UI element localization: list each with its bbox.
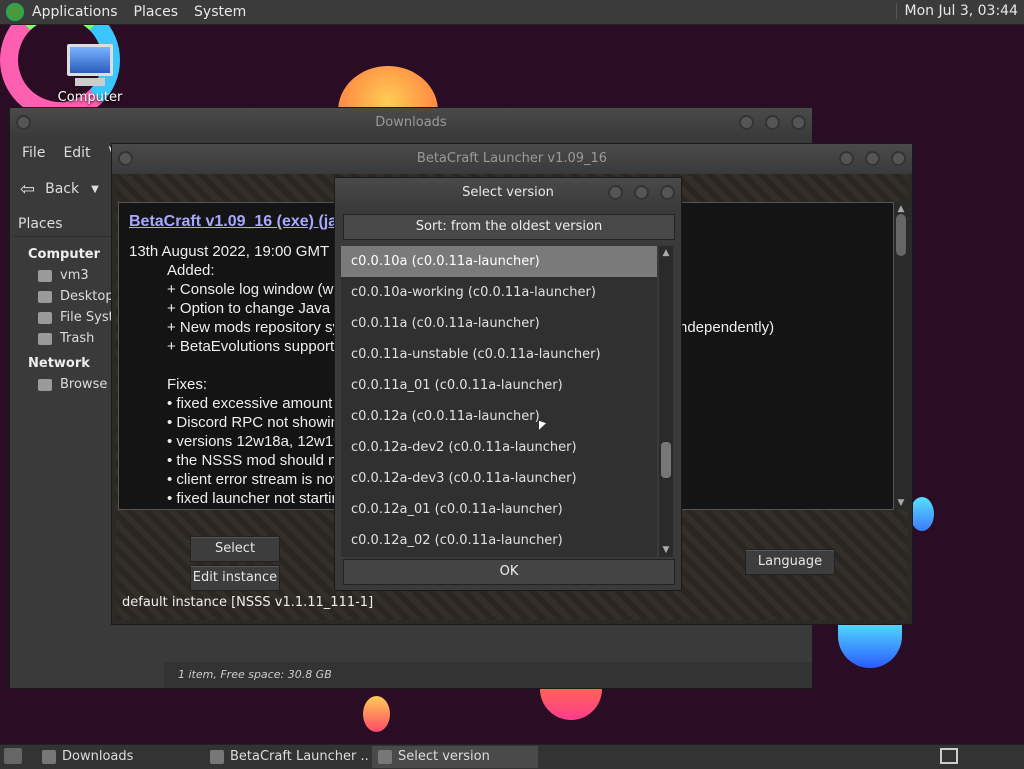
- task-select-version[interactable]: Select version: [372, 746, 538, 768]
- menu-applications[interactable]: Applications: [32, 4, 118, 20]
- menu-edit[interactable]: Edit: [63, 145, 90, 161]
- changelog-line: + BetaEvolutions support: [167, 338, 335, 355]
- window-title: Downloads: [375, 115, 447, 130]
- folder-icon: [42, 750, 56, 764]
- betacraft-icon: [210, 750, 224, 764]
- scroll-down-icon[interactable]: ▼: [661, 545, 671, 555]
- language-button[interactable]: Language: [745, 549, 835, 575]
- computer-icon-stand: [75, 78, 105, 86]
- desktop-icon: [38, 290, 52, 303]
- top-panel: Applications Places System Mon Jul 3, 03…: [0, 0, 1024, 25]
- version-item[interactable]: c0.0.11a-unstable (c0.0.11a-launcher): [341, 339, 657, 370]
- changelog-fixes-label: Fixes:: [167, 376, 208, 393]
- version-item[interactable]: c0.0.11a (c0.0.11a-launcher): [341, 308, 657, 339]
- task-betacraft[interactable]: BetaCraft Launcher ...: [204, 746, 368, 768]
- minimize-button[interactable]: [839, 151, 854, 166]
- changelog-line: • the NSSS mod should no: [167, 452, 345, 469]
- back-label: Back: [45, 181, 80, 197]
- scrollbar-thumb[interactable]: [661, 442, 671, 478]
- minimize-button[interactable]: [739, 115, 754, 130]
- changelog-line: + Option to change Java p: [167, 300, 343, 317]
- sidebar-item-label: vm3: [60, 268, 89, 283]
- sidebar-item-label: Desktop: [60, 289, 114, 304]
- version-item[interactable]: c0.0.10a (c0.0.11a-launcher): [341, 246, 657, 277]
- maximize-button[interactable]: [765, 115, 780, 130]
- back-arrow-icon: ⇦: [20, 178, 36, 200]
- sidebar-item-label: Trash: [60, 331, 95, 346]
- task-label: BetaCraft Launcher ...: [230, 749, 368, 764]
- instance-label: default instance [NSSS v1.1.11_111-1]: [122, 595, 374, 610]
- ok-button[interactable]: OK: [343, 559, 675, 585]
- back-button[interactable]: ⇦ Back ▼: [20, 179, 99, 200]
- desktop-computer-icon[interactable]: Computer: [52, 44, 128, 105]
- close-button[interactable]: [891, 151, 906, 166]
- downloads-titlebar[interactable]: Downloads: [10, 108, 812, 138]
- scroll-down-icon[interactable]: ▼: [896, 498, 906, 508]
- changelog-line: + New mods repository sy: [167, 319, 340, 336]
- betacraft-titlebar[interactable]: BetaCraft Launcher v1.09_16: [112, 144, 912, 174]
- workspace-switcher-icon[interactable]: [940, 748, 958, 764]
- version-item[interactable]: c0.0.11a_01 (c0.0.11a-launcher): [341, 370, 657, 401]
- panel-clock[interactable]: Mon Jul 3, 03:44: [895, 3, 1018, 19]
- menu-places[interactable]: Places: [134, 4, 179, 20]
- changelog-scrollbar[interactable]: ▲ ▼: [894, 202, 908, 510]
- close-button[interactable]: [791, 115, 806, 130]
- window-title: Select version: [462, 185, 554, 200]
- version-list-scrollbar[interactable]: ▲ ▼: [659, 246, 673, 557]
- edit-instance-button[interactable]: Edit instance: [190, 565, 280, 591]
- betacraft-icon: [378, 750, 392, 764]
- window-menu-icon[interactable]: [118, 151, 133, 166]
- changelog-headline-link[interactable]: BetaCraft v1.09_16 (exe) (jar): [129, 213, 349, 231]
- changelog-line: • fixed launcher not startin: [167, 490, 340, 507]
- scroll-up-icon[interactable]: ▲: [896, 204, 906, 214]
- task-downloads[interactable]: Downloads: [36, 746, 200, 768]
- distro-logo-icon[interactable]: [6, 3, 24, 21]
- sort-order-button[interactable]: Sort: from the oldest version: [343, 214, 675, 240]
- network-icon: [38, 378, 52, 391]
- version-item[interactable]: c0.0.12a (c0.0.11a-launcher): [341, 401, 657, 432]
- minimize-button[interactable]: [608, 185, 623, 200]
- trash-icon: [38, 332, 52, 345]
- close-button[interactable]: [660, 185, 675, 200]
- taskbar: Downloads BetaCraft Launcher ... Select …: [0, 744, 1024, 769]
- changelog-line-tail: ndependently): [679, 319, 775, 336]
- changelog-line: • fixed excessive amount: [167, 395, 333, 412]
- scrollbar-thumb[interactable]: [896, 214, 906, 256]
- menu-system[interactable]: System: [194, 4, 246, 20]
- window-menu-icon[interactable]: [16, 115, 31, 130]
- changelog-line: • Discord RPC not showin: [167, 414, 339, 431]
- window-title: BetaCraft Launcher v1.09_16: [416, 151, 608, 166]
- version-item[interactable]: c0.0.12a_01 (c0.0.11a-launcher): [341, 494, 657, 525]
- changelog-line: • versions 12w18a, 12w19: [167, 433, 342, 450]
- scroll-up-icon[interactable]: ▲: [661, 248, 671, 258]
- version-item[interactable]: c0.0.10a-working (c0.0.11a-launcher): [341, 277, 657, 308]
- computer-icon: [67, 44, 113, 76]
- chevron-down-icon[interactable]: ▼: [91, 184, 99, 195]
- changelog-line: • client error stream is now: [167, 471, 344, 488]
- version-item[interactable]: c0.0.12a_02 (c0.0.11a-launcher): [341, 525, 657, 556]
- version-list: c0.0.10a (c0.0.11a-launcher) c0.0.10a-wo…: [341, 246, 657, 557]
- changelog-date: 13th August 2022, 19:00 GMT: [129, 243, 330, 260]
- select-version-titlebar[interactable]: Select version: [335, 178, 681, 208]
- wallpaper-blob: [838, 622, 902, 668]
- status-bar: 1 item, Free space: 30.8 GB: [164, 662, 812, 688]
- version-item[interactable]: c0.0.12a-dev3 (c0.0.11a-launcher): [341, 463, 657, 494]
- maximize-button[interactable]: [865, 151, 880, 166]
- task-label: Select version: [398, 749, 490, 764]
- select-version-dialog: Select version Sort: from the oldest ver…: [335, 178, 681, 590]
- task-label: Downloads: [62, 749, 134, 764]
- desktop-icon-label: Computer: [57, 90, 123, 105]
- menu-file[interactable]: File: [22, 145, 45, 161]
- wallpaper-blob: [363, 696, 390, 732]
- maximize-button[interactable]: [634, 185, 649, 200]
- filesystem-icon: [38, 311, 52, 324]
- drive-icon: [38, 269, 52, 282]
- changelog-line: + Console log window (wit: [167, 281, 341, 298]
- version-item[interactable]: c0.0.12a-dev2 (c0.0.11a-launcher): [341, 432, 657, 463]
- select-version-button[interactable]: Select version: [190, 536, 280, 580]
- show-desktop-icon[interactable]: [4, 748, 22, 764]
- wallpaper-blob: [910, 497, 934, 531]
- changelog-added-label: Added:: [167, 262, 215, 279]
